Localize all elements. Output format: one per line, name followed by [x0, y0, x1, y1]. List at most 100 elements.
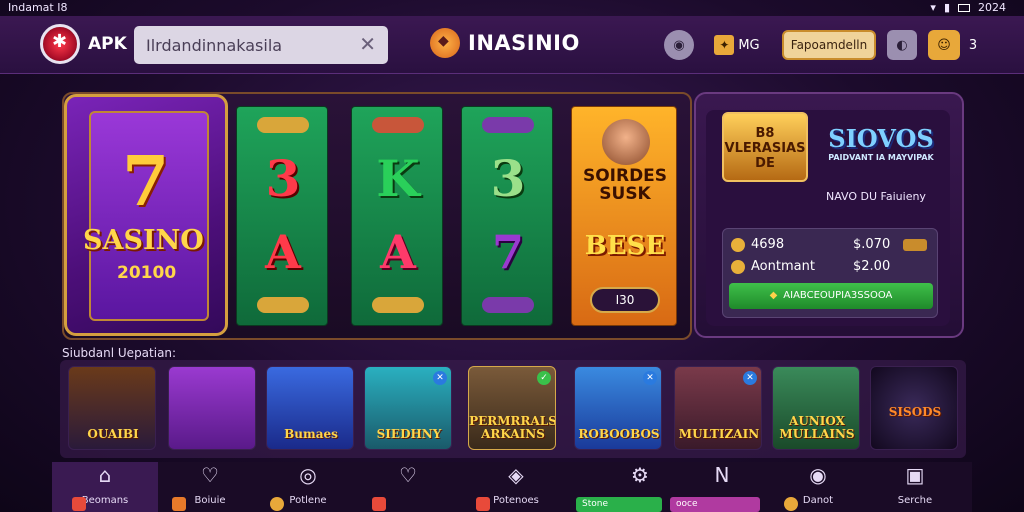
battery-icon	[958, 3, 970, 12]
status-bar: Indamat I8 ▾ ▮ 2024	[0, 0, 1024, 16]
profile-button[interactable]: ◉	[664, 30, 694, 60]
balance-row-2: Aontmant	[731, 259, 815, 274]
game-tile[interactable]: OUAIBI	[68, 366, 156, 450]
badge-right-small: PAIDVANT IA MAYVIPAK	[828, 153, 934, 162]
profile-icon: ◉	[673, 37, 685, 53]
nav-pill-green[interactable]: Stone	[576, 497, 662, 512]
claim-button[interactable]: AIABCEOUPIA3SSOOA	[729, 283, 933, 309]
balance-label-2: Aontmant	[751, 259, 815, 274]
search-input[interactable]: Ilrdandinnakasila ✕	[134, 26, 388, 64]
reel-3: 3 7	[461, 106, 553, 326]
game-title: SISODS	[888, 405, 942, 419]
nav-label: Serche	[897, 495, 933, 506]
mg-button[interactable]: ✦ MG	[708, 30, 766, 60]
news-icon: N	[714, 463, 730, 487]
wifi-icon: ▾	[930, 1, 936, 14]
reel-symbol-top	[257, 117, 309, 133]
signal-icon: ▮	[943, 1, 950, 14]
bonus-title: SOIRDES SUSK	[582, 166, 668, 204]
section-title: Siubdanl Uepatian:	[62, 346, 177, 360]
account-button[interactable]: ☺	[928, 30, 960, 60]
gamepad-icon: ◐	[896, 37, 908, 53]
reel-symbol: 3	[490, 149, 526, 208]
bonus-big-text: BESE	[584, 231, 666, 261]
bonus-button[interactable]: I30	[590, 287, 660, 313]
jackpot-balance-box: 4698 $.070 Aontmant $2.00 AIABCEOUPIA3SS…	[722, 228, 938, 318]
account-icon: ☺	[937, 37, 951, 53]
reel-symbol-top	[482, 117, 534, 133]
app-logo-icon[interactable]	[40, 24, 80, 64]
game-title: SIEDHNY	[376, 427, 442, 441]
status-right-group: ▾ ▮ 2024	[930, 1, 1006, 14]
promo-button[interactable]: Fapoamdelln	[782, 30, 876, 60]
reel-symbol-bottom	[257, 297, 309, 313]
coin-icon	[731, 237, 745, 252]
feature-game-card[interactable]: 7 SASINO 20100	[64, 94, 228, 336]
home-badge-icon	[72, 497, 86, 511]
badge-icon	[270, 497, 284, 511]
status-left: Indamat I8	[8, 1, 68, 14]
reel-symbol: 3	[265, 149, 301, 208]
reel-symbol: A	[265, 225, 301, 279]
game-tile[interactable]: AUNIOX MULLAINS	[772, 366, 860, 450]
balance-value-1: $.070	[853, 237, 891, 252]
badge-icon	[172, 497, 186, 511]
nav-item-home[interactable]: ⌂ Beomans	[52, 462, 158, 512]
header: APK Ilrdandinnakasila ✕ INASINIO ◉ ✦ MG …	[0, 16, 1024, 74]
reel-1: 3 A	[236, 106, 328, 326]
feature-title: SASINO	[83, 225, 204, 256]
reel-symbol: A	[380, 225, 416, 279]
badge-icon	[372, 497, 386, 511]
jackpot-badge-left: B8 VLERASIAS DE	[722, 112, 808, 182]
character-image	[602, 119, 650, 165]
game-tile[interactable]: ✕ SIEDHNY	[364, 366, 452, 450]
badge-right-title: SIOVOS	[828, 124, 934, 153]
reel-symbol-bottom	[482, 297, 534, 313]
game-tile[interactable]: ✓ PERMRRALS ARKAINS	[468, 366, 556, 450]
game-title: Bumaes	[284, 427, 338, 441]
reel-symbol: K	[376, 149, 420, 208]
heart-icon: ♡	[201, 463, 219, 487]
feature-number: 20100	[117, 263, 177, 283]
game-tile[interactable]: ✕ MULTIZAIN	[674, 366, 762, 450]
badge-icon: ✓	[537, 371, 551, 385]
search-value: Ilrdandinnakasila	[146, 36, 283, 55]
status-time: 2024	[978, 1, 1006, 14]
reel-symbol-bottom	[372, 297, 424, 313]
game-title: PERMRRALS ARKAINS	[469, 414, 556, 441]
jackpot-panel: B8 VLERASIAS DE SIOVOS PAIDVANT IA MAYVI…	[694, 92, 964, 338]
game-tile[interactable]: SISODS	[870, 366, 958, 450]
game-tile[interactable]	[168, 366, 256, 450]
heart-icon: ♡	[399, 463, 417, 487]
nav-item-9[interactable]: ▣ Serche	[866, 462, 964, 512]
app-label: APK	[88, 34, 127, 54]
badge-icon: ✕	[643, 371, 657, 385]
badge-icon	[476, 497, 490, 511]
gamepad-button[interactable]: ◐	[887, 30, 917, 60]
feature-seven: 7	[122, 142, 170, 222]
coin-icon	[731, 259, 745, 274]
game-title: AUNIOX MULLAINS	[779, 414, 855, 441]
brand: INASINIO	[430, 28, 580, 58]
reel-symbol-top	[372, 117, 424, 133]
reel-symbol: 7	[491, 225, 524, 279]
balance-label-1: 4698	[751, 237, 785, 252]
grid-icon: ▣	[905, 463, 925, 487]
balance-row-1: 4698	[731, 237, 784, 252]
badge-icon: ✕	[433, 371, 447, 385]
game-title: OUAIBI	[87, 427, 139, 441]
mg-icon: ✦	[714, 35, 735, 55]
nav-pill-purple[interactable]: ooce	[670, 497, 760, 512]
jackpot-subtitle: NAVO DU Faiuieny	[826, 190, 926, 203]
brand-icon	[430, 28, 460, 58]
clear-icon[interactable]: ✕	[359, 32, 376, 56]
home-icon: ⌂	[98, 463, 112, 487]
game-tile[interactable]: Bumaes	[266, 366, 354, 450]
balance-tag	[903, 239, 927, 251]
game-title: MULTIZAIN	[678, 427, 760, 441]
brand-title: INASINIO	[468, 31, 580, 55]
chat-icon: ◈	[508, 463, 524, 487]
bonus-panel[interactable]: SOIRDES SUSK BESE I30	[571, 106, 677, 326]
game-tile[interactable]: ✕ ROBOOBOS	[574, 366, 662, 450]
balance-value-2: $2.00	[853, 259, 891, 274]
